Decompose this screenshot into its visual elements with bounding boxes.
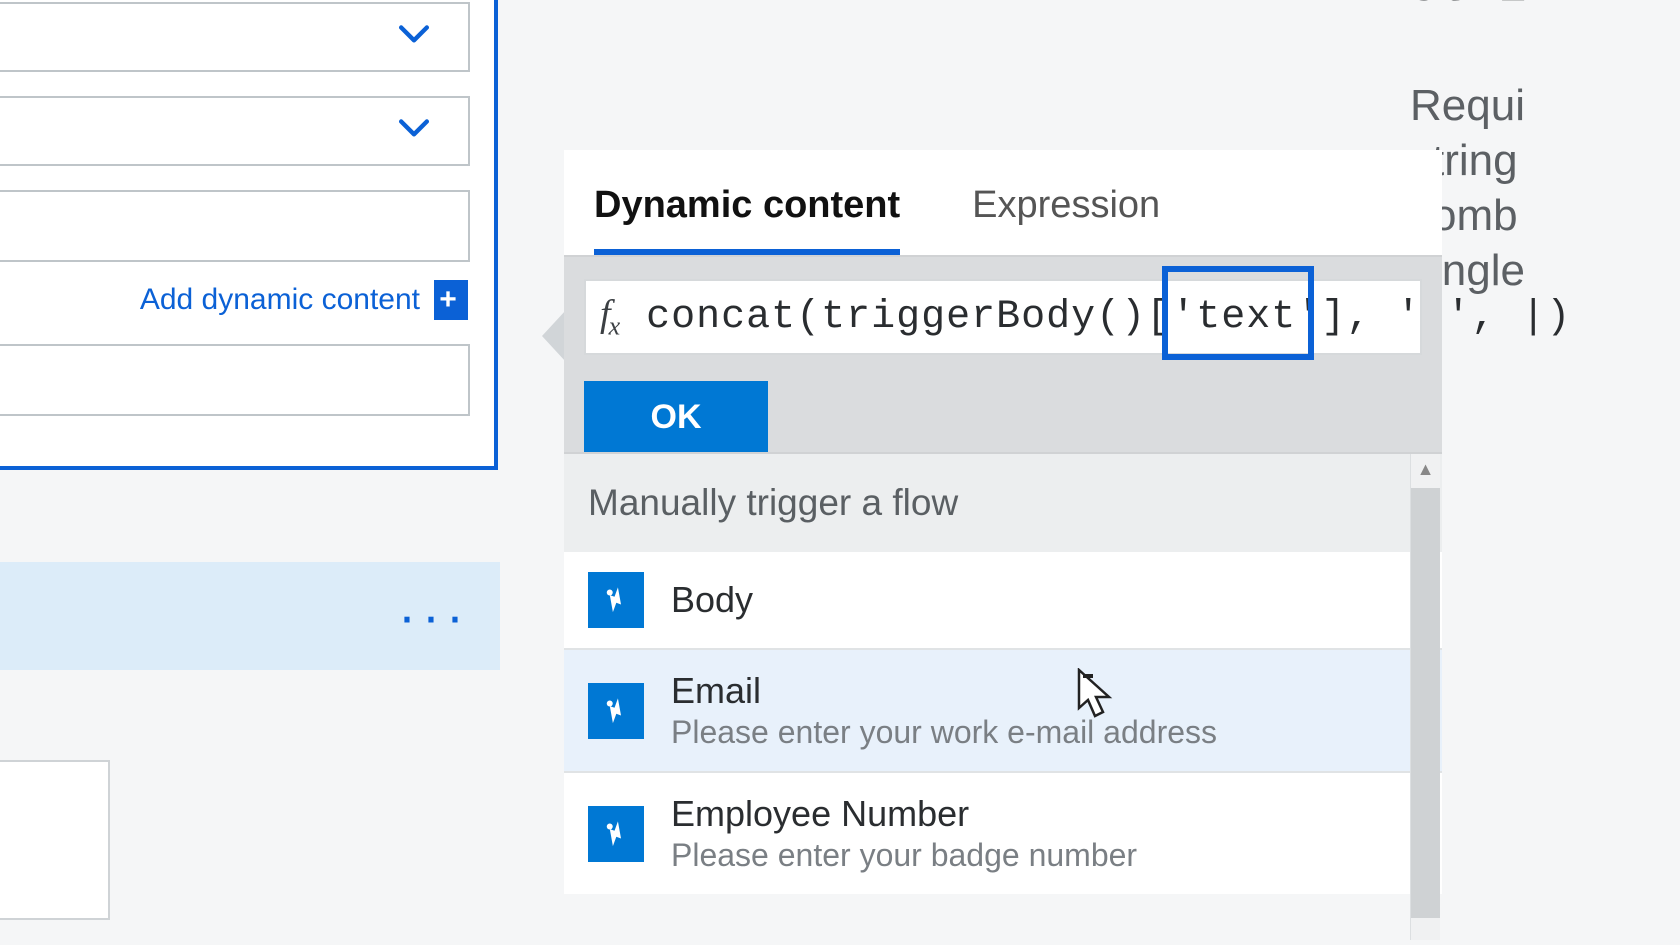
field-row-2[interactable] [0,96,470,166]
suggestions-header: Manually trigger a flow [564,454,1442,552]
add-dynamic-content-link[interactable]: Add dynamic content + [0,280,468,320]
chevron-down-icon [392,11,436,63]
plus-icon: + [434,280,468,320]
action-step-card: Add dynamic content + [0,0,498,470]
chevron-down-icon [392,105,436,157]
suggestion-item-employee-number[interactable]: Employee Number Please enter your badge … [564,773,1442,894]
ok-button[interactable]: OK [584,381,768,453]
suggestion-title: Email [671,670,1217,712]
suggestion-title: Employee Number [671,793,1137,835]
trigger-icon [588,806,644,862]
collapsed-step-bar[interactable]: ··· [0,562,500,670]
dynamic-content-flyout: Dynamic content Expression fx concat(tri… [564,150,1442,479]
suggestion-item-email[interactable]: Email Please enter your work e-mail addr… [564,650,1442,773]
suggestion-title: Body [671,579,753,621]
fx-icon: fx [600,292,618,342]
flyout-tabs: Dynamic content Expression [564,150,1442,257]
lower-card: e [0,760,110,920]
trigger-icon [588,683,644,739]
field-row-4[interactable] [0,344,470,416]
tab-expression[interactable]: Expression [972,174,1160,255]
field-row-1[interactable] [0,2,470,72]
suggestions-panel: Manually trigger a flow Body Email Pleas… [564,452,1442,894]
trigger-icon [588,572,644,628]
flyout-pointer [542,310,566,362]
field-row-3[interactable] [0,190,470,262]
function-tooltip: strin Requi string comb single [1410,0,1680,298]
suggestion-desc: Please enter your work e-mail address [671,714,1217,751]
expression-toolbar: fx concat(triggerBody()['text'], ' ', |)… [564,257,1442,479]
suggestion-item-body[interactable]: Body [564,552,1442,650]
expression-input[interactable]: fx concat(triggerBody()['text'], ' ', |) [584,279,1422,355]
scroll-up-icon[interactable]: ▲ [1411,454,1440,484]
scroll-thumb[interactable] [1411,488,1440,918]
tab-dynamic-content[interactable]: Dynamic content [594,174,900,255]
suggestion-desc: Please enter your badge number [671,837,1137,874]
scrollbar[interactable]: ▲ [1410,454,1440,940]
expression-text: concat(triggerBody()['text'], ' ', |) [646,295,1571,340]
add-dynamic-content-label: Add dynamic content [140,283,420,317]
